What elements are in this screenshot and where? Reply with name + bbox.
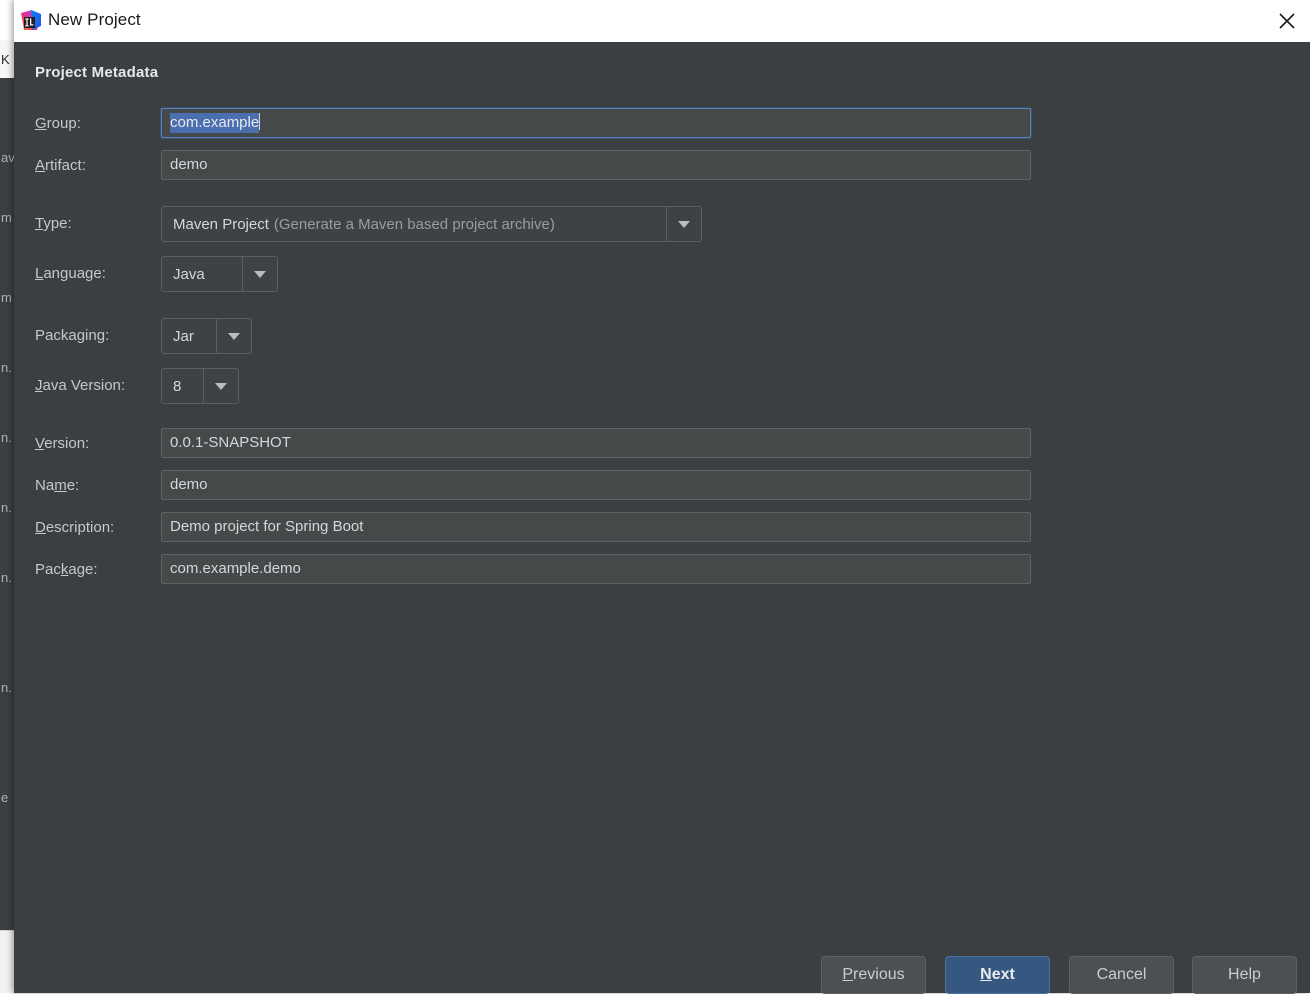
artifact-input[interactable]: demo: [161, 150, 1031, 180]
type-combobox-value: Maven Project (Generate a Maven based pr…: [162, 207, 666, 241]
new-project-dialog: New Project Project Metadata Group: com.…: [14, 0, 1310, 994]
version-label: Version:: [35, 435, 90, 452]
package-input[interactable]: com.example.demo: [161, 554, 1031, 584]
chevron-down-icon[interactable]: [216, 319, 251, 353]
packaging-combobox-value: Jar: [173, 327, 194, 345]
next-button[interactable]: Next: [945, 956, 1050, 994]
language-combobox-value: Java: [173, 265, 205, 283]
group-label: Group:: [35, 115, 81, 132]
packaging-combobox[interactable]: Jar: [161, 318, 252, 354]
type-label: Type:: [35, 215, 72, 232]
help-button[interactable]: Help: [1192, 956, 1297, 994]
next-button-label: Next: [980, 966, 1015, 983]
java-version-label: Java Version:: [35, 377, 126, 394]
chevron-down-icon[interactable]: [203, 369, 238, 403]
name-label: Name:: [35, 477, 80, 494]
language-combobox[interactable]: Java: [161, 256, 278, 292]
packaging-label: Packaging:: [35, 327, 110, 344]
type-combobox[interactable]: Maven Project (Generate a Maven based pr…: [161, 206, 702, 242]
group-input-value: com.example: [170, 113, 260, 133]
previous-button[interactable]: Previous: [821, 956, 926, 994]
description-label: Description:: [35, 519, 115, 536]
previous-button-label: Previous: [842, 966, 905, 983]
java-version-combobox[interactable]: 8: [161, 368, 239, 404]
dialog-titlebar: New Project: [14, 0, 1310, 43]
group-input[interactable]: com.example: [161, 108, 1031, 138]
text-caret: [259, 113, 261, 130]
language-label: Language:: [35, 265, 106, 282]
cancel-button[interactable]: Cancel: [1069, 956, 1174, 994]
description-input[interactable]: Demo project for Spring Boot: [161, 512, 1031, 542]
close-icon[interactable]: [1264, 0, 1310, 42]
type-value-hint: (Generate a Maven based project archive): [273, 215, 555, 233]
package-label: Package:: [35, 561, 98, 578]
dialog-content: Project Metadata Group: com.example Arti…: [14, 42, 1310, 994]
chevron-down-icon[interactable]: [666, 207, 701, 241]
java-version-combobox-value: 8: [173, 377, 182, 395]
dialog-title: New Project: [48, 10, 141, 29]
page-title: Project Metadata: [35, 64, 159, 81]
intellij-idea-logo-icon: [20, 9, 42, 31]
version-input[interactable]: 0.0.1-SNAPSHOT: [161, 428, 1031, 458]
artifact-label: Artifact:: [35, 157, 86, 174]
chevron-down-icon[interactable]: [242, 257, 277, 291]
name-input[interactable]: demo: [161, 470, 1031, 500]
type-value-main: Maven Project: [173, 215, 269, 233]
